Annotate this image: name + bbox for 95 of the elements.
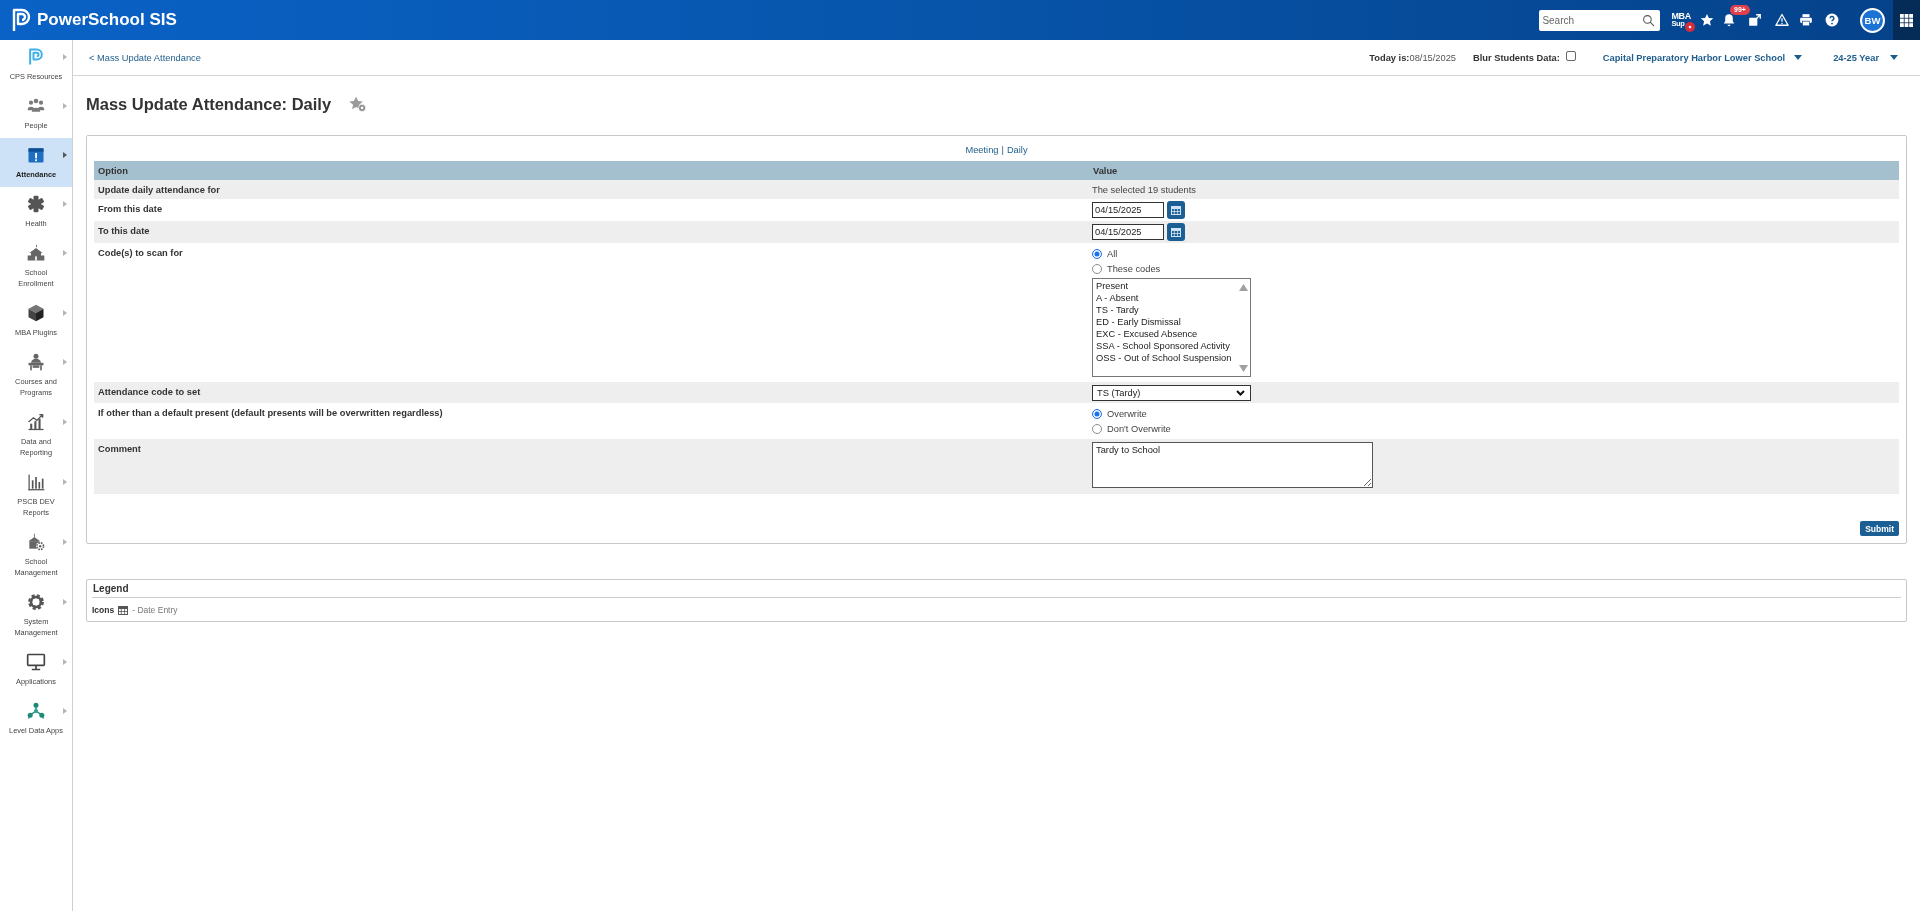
code-listbox[interactable]: Present A - Absent TS - Tardy ED - Early Dismissal EXC - Excused Absence SSA - School Sponsored Activity OSS - Out of School Suspension [1092,278,1251,377]
back-link[interactable]: < Mass Update Attendance [89,52,201,63]
radio-label: Overwrite [1107,407,1147,420]
radio-button[interactable] [1092,263,1102,274]
medical-star-icon [26,194,46,214]
calendar-icon [1171,227,1181,237]
calendar-icon [1171,205,1181,215]
calendar-button[interactable] [1167,223,1185,241]
caret-icon [63,359,67,365]
radio-label: Don't Overwrite [1107,422,1171,435]
comment-field[interactable]: Tardy to School [1092,442,1373,488]
bar-chart-icon [26,472,46,492]
search-field[interactable]: Search [1539,9,1661,31]
option-label: If other than a default present (default presents will be overwritten regardless) [98,408,443,418]
gear-icon [26,592,46,612]
option-label: Code(s) to scan for [98,248,183,258]
listbox-option[interactable]: SSA - School Sponsored Activity [1096,340,1236,352]
listbox-option[interactable]: A - Absent [1096,292,1236,304]
blur-label: Blur Students Data: [1473,52,1560,63]
calendar-icon [118,605,129,615]
star-icon[interactable] [1700,13,1714,27]
badge-dot-icon [1685,22,1696,32]
caret-icon [63,659,67,665]
caret-icon [63,539,67,545]
p-logo-icon [26,47,46,67]
legend-entry: - Date Entry [132,604,178,616]
caret-icon [63,419,67,425]
submit-button[interactable]: Submit [1860,521,1899,536]
school-building-icon [26,243,46,263]
building-gear-icon [26,532,46,552]
radio-button[interactable] [1092,423,1102,434]
listbox-option[interactable]: ED - Early Dismissal [1096,316,1236,328]
school-dropdown[interactable]: Capital Preparatory Harbor Lower School [1602,52,1786,63]
date-field[interactable]: 04/15/2025 [1092,224,1164,240]
logo-text[interactable]: MBA [1671,12,1691,20]
bell-icon[interactable] [1722,13,1736,27]
radio-label: All [1107,247,1118,260]
grid-icon [1900,13,1913,27]
printer-icon[interactable] [1799,13,1813,27]
monitor-icon [26,652,46,672]
warning-icon[interactable] [1775,13,1789,27]
code-select[interactable]: TS (Tardy) [1092,385,1251,401]
apps-button[interactable] [1893,0,1920,40]
listbox-option[interactable]: EXC - Excused Absence [1096,328,1236,340]
radio-button[interactable] [1092,248,1102,259]
separator-text: | [1001,144,1004,157]
year-dropdown[interactable]: 24-25 Year [1833,52,1879,63]
chevron-down-icon [1236,390,1245,396]
listbox-option[interactable]: OSS - Out of School Suspension [1096,352,1236,364]
logo-icon [11,8,31,32]
search-icon[interactable] [1642,13,1656,27]
radio-button[interactable] [1092,408,1102,419]
network-icon [26,701,46,721]
option-label: Attendance code to set [98,387,201,397]
caret-icon [63,152,67,158]
option-label: Update daily attendance for [98,185,220,195]
caret-down-icon [1794,55,1803,60]
page-title: Mass Update Attendance: Daily [86,94,332,114]
legend-label: Icons [92,604,115,616]
listbox-option[interactable]: TS - Tardy [1096,304,1236,316]
caret-icon [63,250,67,256]
calendar-alert-icon [26,145,46,165]
mode-link[interactable]: Meeting [965,143,999,157]
scroll-down-icon [1238,365,1248,372]
favorite-star-icon[interactable] [349,96,367,112]
help-icon[interactable] [1825,13,1839,27]
scroll-up-icon [1238,284,1248,291]
mode-link[interactable]: Daily [1006,143,1028,157]
caret-icon [63,54,67,60]
column-header: Option [97,165,129,178]
today-date: Today is:08/15/2025 [1369,52,1456,63]
column-header: Value [1092,165,1119,178]
date-field[interactable]: 04/15/2025 [1092,202,1164,218]
option-label: From this date [98,204,163,214]
checkbox[interactable] [1565,50,1576,61]
app-name: PowerSchool SIS [37,10,177,30]
cell-value: The selected 19 students [1092,184,1196,196]
caret-icon [63,201,67,207]
square-arrow-icon[interactable] [1748,13,1762,27]
caret-icon [63,479,67,485]
listbox-option[interactable]: Present [1096,280,1236,292]
radio-label: These codes [1107,262,1161,275]
caret-icon [63,708,67,714]
option-label: Comment [98,444,141,454]
legend-title: Legend [92,582,1901,598]
caret-down-icon [1890,55,1898,60]
caret-icon [63,103,67,109]
cube-icon [26,303,46,323]
avatar[interactable]: BW [1860,7,1885,33]
caret-icon [63,310,67,316]
caret-icon [63,599,67,605]
option-label: To this date [98,226,150,236]
teacher-desk-icon [26,352,46,372]
calendar-button[interactable] [1167,201,1185,219]
chart-trend-icon [26,412,46,432]
